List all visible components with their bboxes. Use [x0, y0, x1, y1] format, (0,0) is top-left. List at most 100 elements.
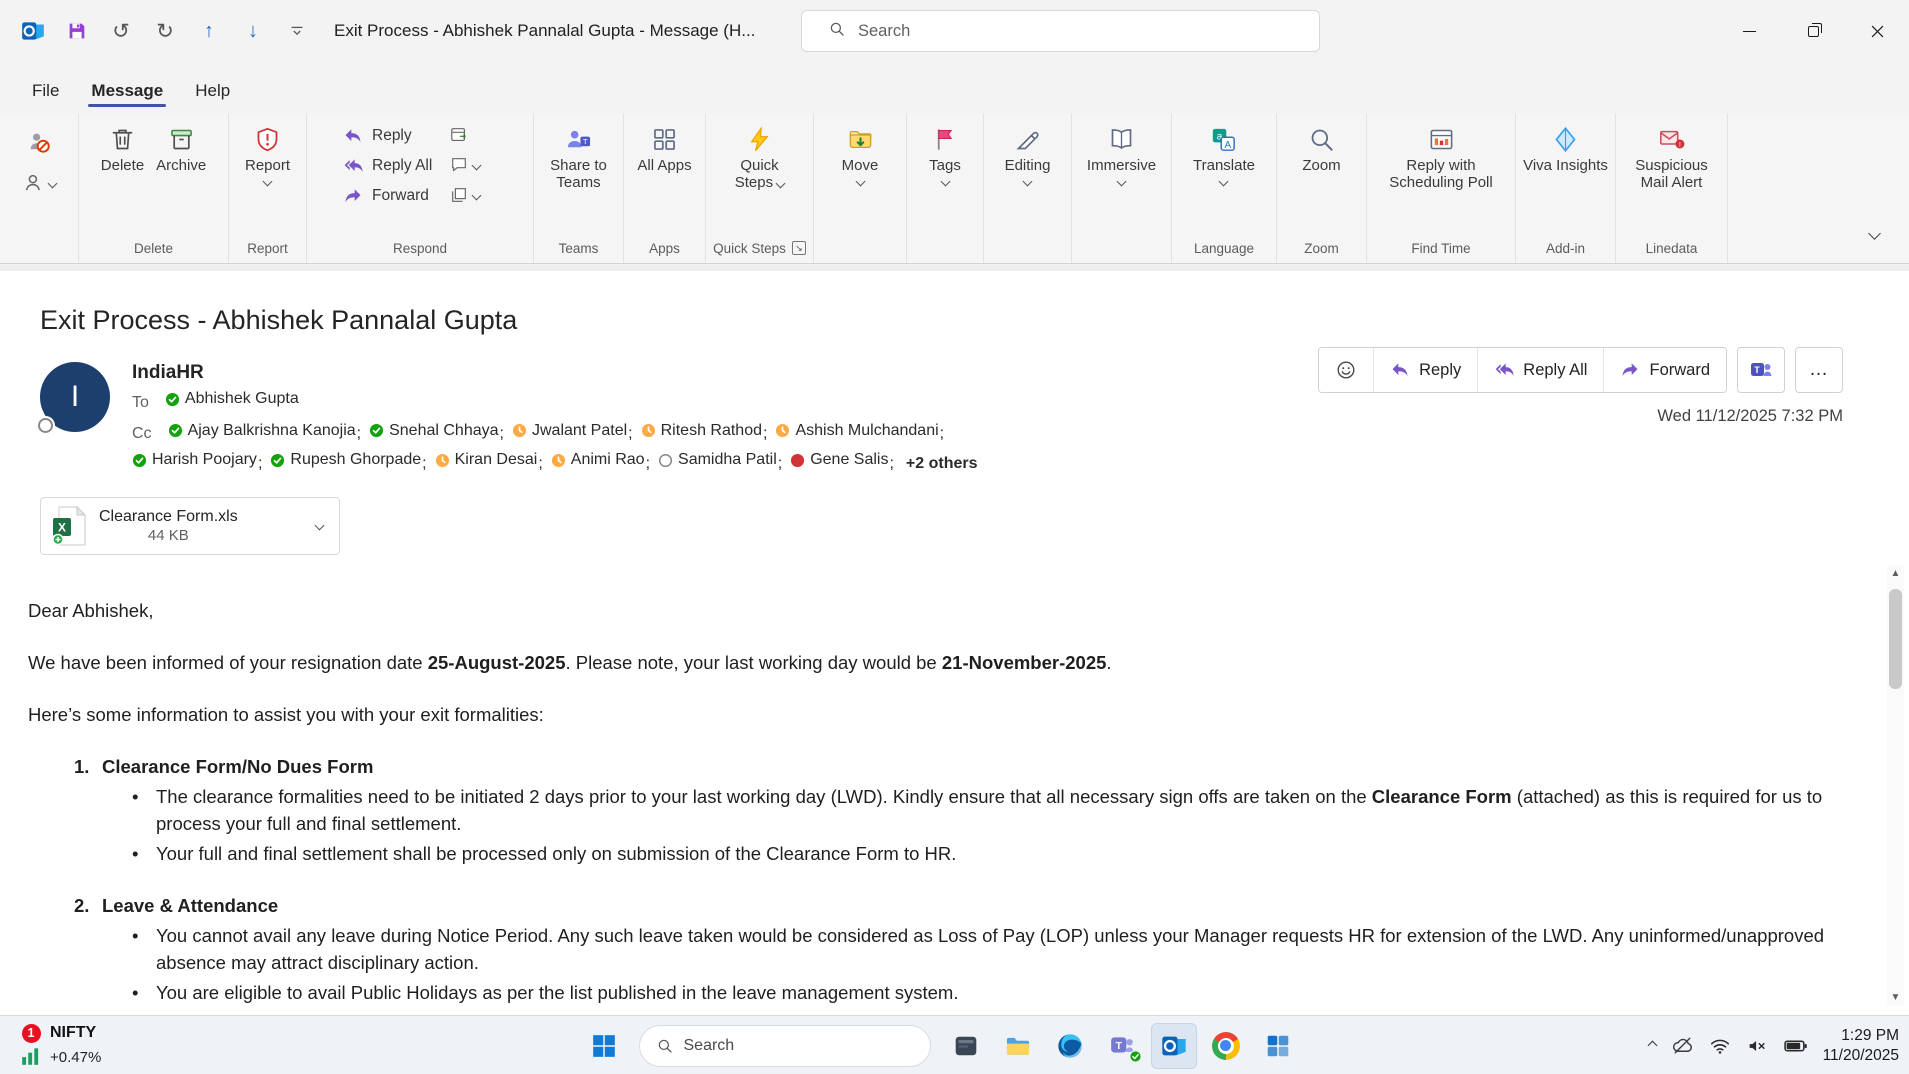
taskbar-search[interactable]: Search	[639, 1025, 931, 1067]
recipient[interactable]: Ashish Mulchandani	[775, 418, 938, 444]
viva-insights-button[interactable]: Viva Insights	[1518, 122, 1613, 174]
smiley-icon	[1335, 359, 1357, 381]
search-icon	[656, 1037, 674, 1055]
menu-help[interactable]: Help	[179, 71, 246, 114]
immersive-button[interactable]: Immersive	[1082, 122, 1161, 185]
scrollbar-thumb[interactable]	[1889, 589, 1902, 689]
archive-button[interactable]: Archive	[151, 122, 211, 174]
junk-email-button[interactable]	[27, 130, 51, 154]
scheduling-poll-button[interactable]: Reply with Scheduling Poll	[1376, 122, 1506, 191]
group-label-apps: Apps	[624, 233, 705, 263]
taskbar: 1 NIFTY +0.47% Search T	[0, 1015, 1909, 1074]
delete-button[interactable]: Delete	[96, 122, 149, 174]
teams-icon[interactable]: T	[1099, 1023, 1145, 1069]
undo-button[interactable]: ↺	[100, 10, 142, 52]
attachment-chip[interactable]: X Clearance Form.xls 44 KB	[40, 497, 340, 555]
recipient[interactable]: Gene Salis	[790, 447, 888, 473]
group-label-tags	[907, 233, 983, 263]
previous-item-button[interactable]: ↑	[188, 10, 230, 52]
presence-offline-icon	[658, 453, 673, 468]
chevron-down-icon	[855, 177, 865, 187]
edge-icon[interactable]	[1047, 1023, 1093, 1069]
translate-button[interactable]: aA Translate	[1188, 122, 1260, 185]
report-button[interactable]: Report	[240, 122, 295, 185]
scroll-up-button[interactable]: ▲	[1891, 565, 1901, 581]
file-explorer-icon[interactable]	[995, 1023, 1041, 1069]
tags-button[interactable]: Tags	[924, 122, 966, 185]
recipient[interactable]: Animi Rao	[551, 447, 645, 473]
recipient[interactable]: Jwalant Patel	[512, 418, 627, 444]
share-to-teams-button[interactable]: T Share to Teams	[534, 122, 623, 191]
menu-file[interactable]: File	[16, 71, 75, 114]
reactions-button[interactable]	[1319, 348, 1373, 392]
customize-toolbar-button[interactable]	[276, 10, 318, 52]
restore-button[interactable]	[1781, 0, 1845, 62]
shield-icon	[254, 126, 281, 153]
reply-all-label: Reply All	[1523, 361, 1587, 380]
wifi-icon[interactable]	[1709, 1035, 1731, 1057]
recipient[interactable]: Ajay Balkrishna Kanojia	[168, 418, 356, 444]
chevron-down-icon	[472, 190, 482, 200]
zoom-button[interactable]: Zoom	[1297, 122, 1345, 174]
all-apps-button[interactable]: All Apps	[632, 122, 696, 174]
recipient[interactable]: Kiran Desai	[435, 447, 538, 473]
sender-avatar[interactable]: I	[40, 362, 110, 432]
editing-button[interactable]: Editing	[1000, 122, 1056, 185]
attachment-expand-icon[interactable]	[315, 521, 325, 531]
next-item-button[interactable]: ↓	[232, 10, 274, 52]
recipient[interactable]: Snehal Chhaya	[369, 418, 498, 444]
scroll-down-button[interactable]: ▼	[1891, 989, 1901, 1005]
recipient[interactable]: Harish Poojary	[132, 447, 257, 473]
start-button[interactable]	[581, 1023, 627, 1069]
forward-button[interactable]: Forward	[1603, 348, 1726, 392]
microsoft-365-icon[interactable]	[1255, 1023, 1301, 1069]
redo-button[interactable]: ↻	[144, 10, 186, 52]
clock[interactable]: 1:29 PM 11/20/2025	[1823, 1026, 1899, 1066]
recipient[interactable]: Abhishek Gupta	[165, 386, 299, 412]
move-button[interactable]: Move	[837, 122, 884, 185]
bullet-marker: •	[132, 979, 156, 1006]
minimize-button[interactable]	[1717, 0, 1781, 62]
recipient[interactable]: Rupesh Ghorpade	[270, 447, 421, 473]
volume-muted-icon[interactable]	[1746, 1035, 1768, 1057]
onedrive-paused-icon[interactable]	[1671, 1034, 1694, 1057]
excel-file-icon: X	[51, 506, 87, 546]
recipient-separator: ;	[646, 455, 650, 472]
search-icon	[828, 20, 846, 43]
close-button[interactable]	[1845, 0, 1909, 62]
dark-app-icon[interactable]	[943, 1023, 989, 1069]
chevron-down-icon	[1117, 177, 1127, 187]
forward-button[interactable]: Forward	[343, 186, 432, 206]
reply-button[interactable]: Reply	[1373, 348, 1477, 392]
meeting-button[interactable]	[450, 126, 480, 144]
titlebar-search[interactable]: Search	[801, 10, 1320, 52]
chrome-icon[interactable]	[1203, 1023, 1249, 1069]
reply-button[interactable]: Reply	[343, 126, 432, 146]
group-label-find-time: Find Time	[1367, 233, 1515, 263]
ribbon-group-quick-steps: Quick Steps Quick Steps ↘	[706, 114, 814, 263]
chat-icon	[450, 156, 468, 174]
sender-name[interactable]: IndiaHR	[132, 362, 1052, 384]
svg-text:!: !	[1679, 140, 1681, 149]
more-actions-button[interactable]: …	[1795, 347, 1843, 393]
collapse-ribbon-button[interactable]	[1862, 218, 1887, 249]
recipient[interactable]: Ritesh Rathod	[641, 418, 762, 444]
reply-all-button[interactable]: Reply All	[343, 156, 432, 176]
tray-expand-button[interactable]	[1649, 1042, 1656, 1049]
recipient[interactable]: Samidha Patil	[658, 447, 777, 473]
block-sender-button[interactable]	[23, 172, 56, 194]
ribbon-group-respond: Reply Reply All Forward	[307, 114, 534, 263]
save-button[interactable]	[56, 10, 98, 52]
suspicious-mail-button[interactable]: ! Suspicious Mail Alert	[1624, 122, 1720, 191]
quick-steps-button[interactable]: Quick Steps	[717, 122, 803, 191]
outlook-icon[interactable]	[1151, 1023, 1197, 1069]
menu-message[interactable]: Message	[75, 71, 179, 114]
reply-all-button[interactable]: Reply All	[1477, 348, 1603, 392]
cc-overflow[interactable]: +2 others	[906, 455, 978, 472]
share-to-teams-button[interactable]: T	[1737, 347, 1785, 393]
vertical-scrollbar[interactable]: ▲ ▼	[1887, 565, 1904, 1005]
more-respond-actions-button[interactable]	[450, 186, 480, 204]
im-reply-button[interactable]	[450, 156, 480, 174]
quick-steps-dialog-launcher[interactable]: ↘	[792, 241, 806, 255]
battery-icon[interactable]	[1783, 1033, 1808, 1058]
